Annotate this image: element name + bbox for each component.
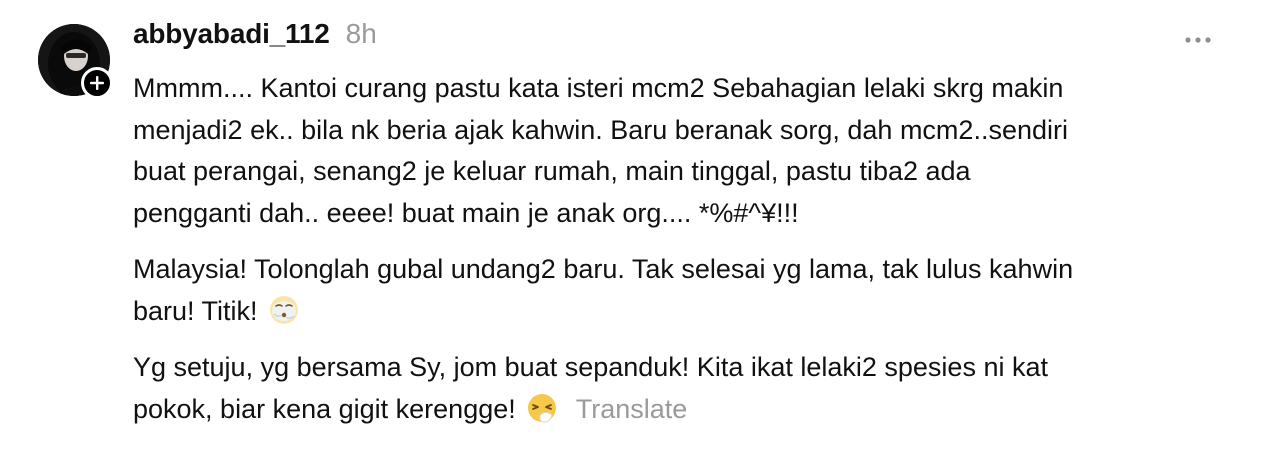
text-line: pengganti dah.. eeee! buat main je anak … — [133, 197, 799, 228]
text-line-with-emoji: pokok, biar kena gigit kerengge! Transla… — [133, 389, 1213, 431]
post-timestamp[interactable]: 8h — [346, 18, 377, 50]
thread-post: abbyabadi_112 8h Mmmm.... Kantoi curang … — [0, 0, 1261, 454]
post-paragraph: Yg setuju, yg bersama Sy, jom buat sepan… — [133, 347, 1213, 430]
avatar-container[interactable] — [38, 24, 113, 99]
translate-link[interactable]: Translate — [576, 394, 688, 424]
post-paragraph: Malaysia! Tolonglah gubal undang2 baru. … — [133, 249, 1213, 332]
post-paragraph: Mmmm.... Kantoi curang pastu kata isteri… — [133, 68, 1213, 234]
username-link[interactable]: abbyabadi_112 — [133, 18, 330, 50]
plus-icon — [90, 76, 104, 90]
post-body: Mmmm.... Kantoi curang pastu kata isteri… — [133, 68, 1213, 430]
text-line: baru! Titik! — [133, 295, 258, 326]
more-horizontal-icon — [1184, 36, 1212, 44]
sneezing-face-emoji — [526, 392, 558, 424]
text-line: Malaysia! Tolonglah gubal undang2 baru. … — [133, 254, 1074, 284]
face-exhaling-emoji — [268, 294, 300, 326]
text-line: menjadi2 ek.. bila nk beria ajak kahwin.… — [133, 114, 1068, 145]
follow-button[interactable] — [81, 67, 113, 99]
text-line: Yg setuju, yg bersama Sy, jom buat sepan… — [133, 352, 1048, 382]
post-header: abbyabadi_112 8h — [133, 18, 377, 58]
text-line: buat perangai, senang2 je keluar rumah, … — [133, 156, 971, 186]
more-options-button[interactable] — [1180, 28, 1216, 52]
text-line: pokok, biar kena gigit kerengge! — [133, 393, 516, 424]
text-line: Mmmm.... Kantoi curang pastu kata isteri… — [133, 73, 1064, 103]
text-line-with-emoji: baru! Titik! — [133, 291, 1213, 333]
